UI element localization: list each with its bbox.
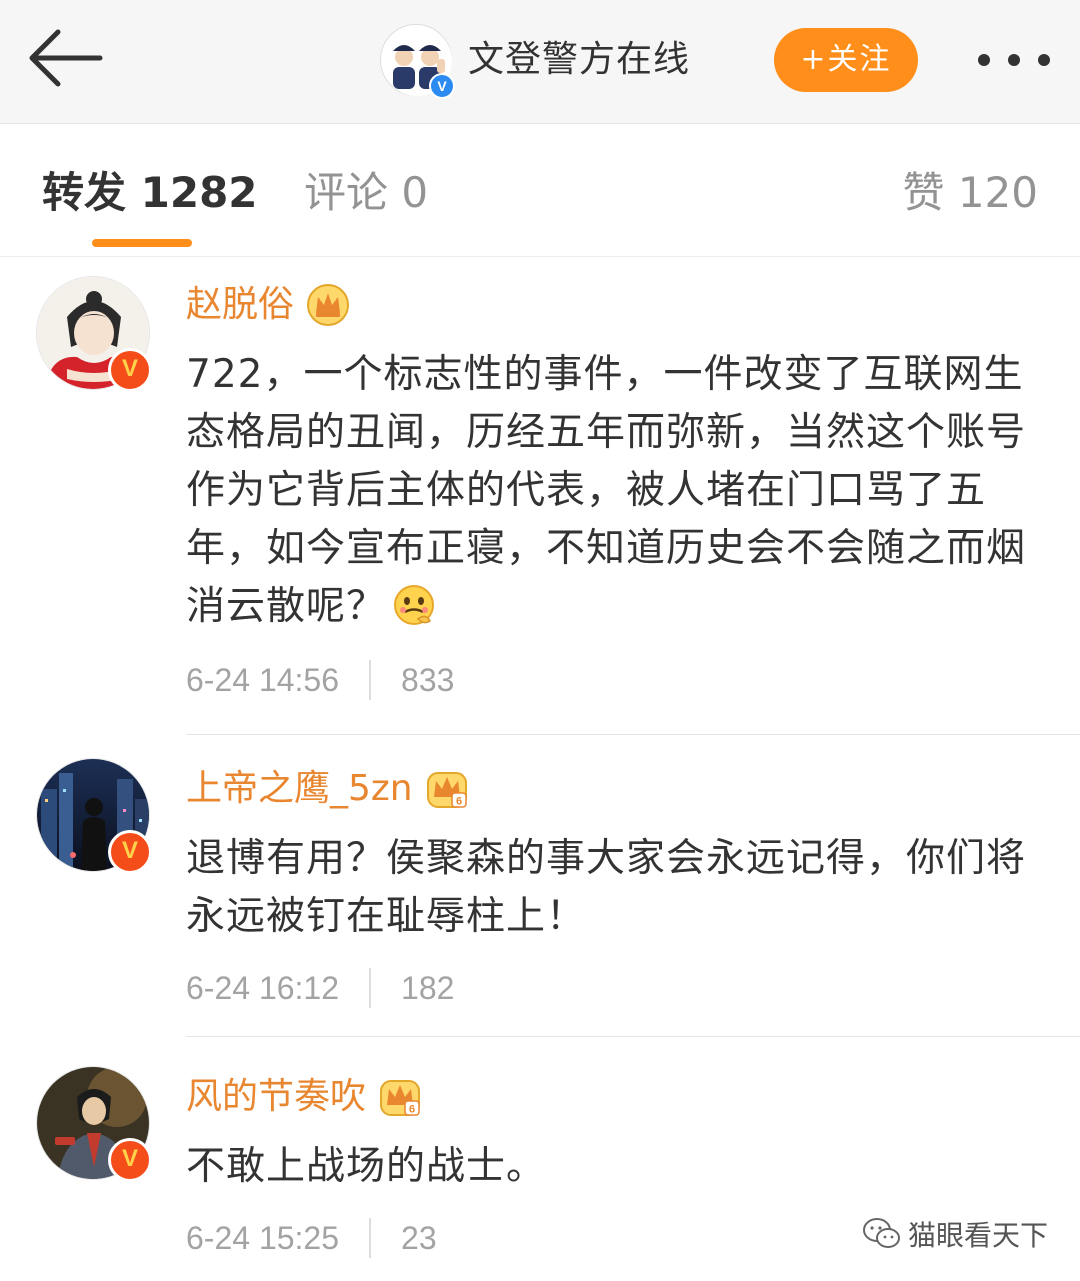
follow-button[interactable]: +关注 [774,28,918,92]
interaction-tabs: 转发 1282 评论 0 赞 120 [0,125,1080,257]
arrow-left-icon [29,29,103,87]
svg-text:6: 6 [456,796,462,808]
back-button[interactable] [28,26,104,90]
more-dots-icon [1038,54,1050,66]
comment-meta: 6-24 15:25 23 [186,1216,437,1260]
like-count[interactable]: 23 [401,1220,437,1257]
account-name[interactable]: 文登警方在线 [468,36,690,84]
item-divider [186,734,1080,735]
top-navigation-bar: V 文登警方在线 +关注 [0,0,1080,124]
crown-level-6-icon: 6 [426,772,467,808]
account-avatar[interactable]: V [380,24,455,99]
more-options-button[interactable] [978,50,1050,70]
watermark: 猫眼看天下 [862,1212,1048,1256]
comment-body: 722，一个标志性的事件，一件改变了互联网生态格局的丑闻，历经五年而弥新，当然这… [186,352,1027,629]
tab-comment[interactable]: 评论 0 [304,165,428,221]
timestamp: 6-24 15:25 [186,1219,340,1256]
thinking-face-emoji [394,585,435,625]
avatar[interactable]: V [36,1066,152,1182]
timestamp: 6-24 16:12 [186,969,340,1006]
avatar[interactable]: V [36,758,152,874]
like-count[interactable]: 833 [401,662,454,699]
username[interactable]: 风的节奏吹 [186,1070,366,1124]
verified-badge: V [108,348,152,392]
more-dots-icon [978,54,990,66]
comment-text: 退博有用？侯聚森的事大家会永远记得，你们将永远被钉在耻辱柱上！ [186,836,1027,939]
comment-meta: 6-24 14:56 833 [186,658,454,702]
item-divider [186,1036,1080,1037]
watermark-text: 猫眼看天下 [908,1219,1049,1252]
meta-divider [369,1218,372,1258]
tab-repost[interactable]: 转发 1282 [42,165,258,221]
active-tab-indicator [92,239,192,247]
comment-text: 不敢上战场的战士。 [186,1144,547,1189]
timestamp: 6-24 14:56 [186,661,340,698]
verified-badge: V [429,73,455,99]
meta-divider [369,968,372,1008]
tab-like[interactable]: 赞 120 [902,165,1038,221]
username[interactable]: 上帝之鹰_5zn [186,762,413,816]
crown-icon [307,284,350,326]
crown-level-6-icon: 6 [380,1080,421,1116]
avatar[interactable]: V [36,276,152,392]
comment-text: 722，一个标志性的事件，一件改变了互联网生态格局的丑闻，历经五年而弥新，当然这… [186,346,1046,636]
verified-badge: V [108,1138,152,1182]
comment-meta: 6-24 16:12 182 [186,966,454,1010]
meta-divider [369,660,372,700]
wechat-icon [863,1218,900,1248]
username[interactable]: 赵脱俗 [186,278,294,332]
like-count[interactable]: 182 [401,970,454,1007]
svg-text:6: 6 [409,1104,415,1116]
verified-badge: V [108,830,152,874]
more-dots-icon [1008,54,1020,66]
